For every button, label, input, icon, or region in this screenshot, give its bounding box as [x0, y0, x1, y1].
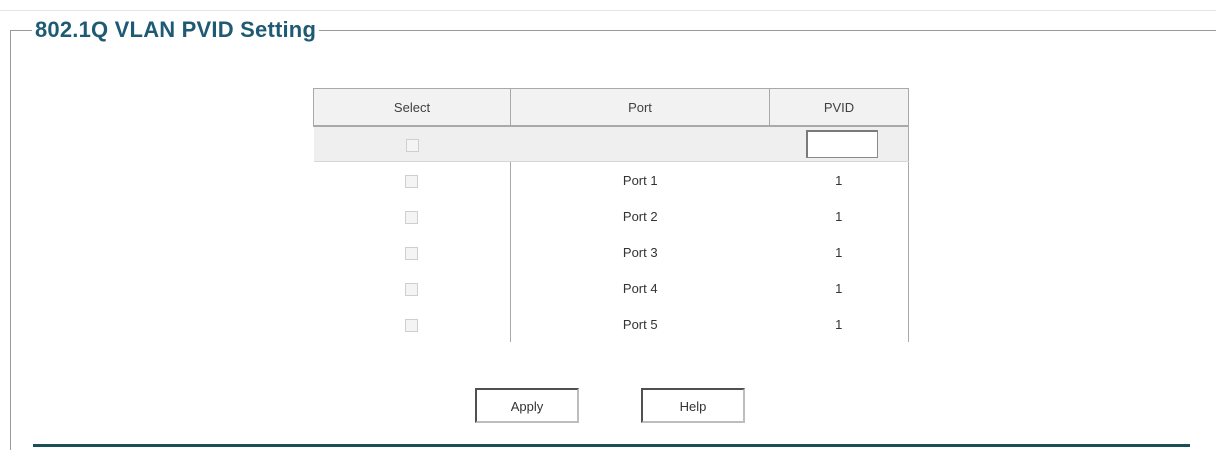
port-cell: Port 3 — [510, 234, 770, 270]
edit-row — [313, 126, 909, 162]
select-cell — [314, 198, 511, 234]
port-2-checkbox[interactable] — [405, 210, 419, 224]
table-row: Port 1 1 — [314, 161, 909, 199]
pvid-input[interactable] — [805, 130, 878, 158]
page-top-edge — [0, 10, 1216, 11]
pvid-cell: 1 — [769, 306, 909, 342]
apply-button[interactable]: Apply — [475, 388, 579, 423]
port-5-checkbox[interactable] — [405, 318, 419, 332]
port-cell: Port 5 — [510, 306, 770, 342]
column-header-select: Select — [313, 88, 511, 127]
port-cell: Port 4 — [510, 270, 770, 306]
select-cell — [314, 162, 511, 199]
table-row: Port 2 1 — [314, 198, 909, 234]
pvid-cell: 1 — [769, 198, 909, 234]
port-cell: Port 1 — [510, 161, 770, 198]
bottom-divider — [33, 444, 1190, 447]
column-header-pvid: PVID — [769, 88, 909, 127]
select-cell — [314, 306, 511, 342]
select-all-checkbox[interactable] — [405, 138, 419, 152]
pvid-cell: 1 — [769, 270, 909, 306]
port-cell: Port 2 — [510, 198, 770, 234]
table-row: Port 3 1 — [314, 234, 909, 270]
table-row: Port 5 1 — [314, 306, 909, 342]
table-header-row: Select Port PVID — [313, 88, 909, 127]
edit-row-select-cell — [313, 126, 511, 162]
edit-row-pvid-cell — [769, 126, 909, 162]
table-row: Port 4 1 — [314, 270, 909, 306]
section-title: 802.1Q VLAN PVID Setting — [32, 12, 320, 48]
port-3-checkbox[interactable] — [405, 246, 419, 260]
select-cell — [314, 270, 511, 306]
port-4-checkbox[interactable] — [405, 282, 419, 296]
pvid-cell: 1 — [769, 234, 909, 270]
pvid-table: Select Port PVID Port 1 1 Port 2 1 Port … — [313, 88, 909, 342]
edit-row-port-cell — [510, 126, 770, 162]
pvid-cell: 1 — [769, 161, 909, 198]
select-cell — [314, 234, 511, 270]
help-button[interactable]: Help — [641, 388, 745, 423]
port-1-checkbox[interactable] — [405, 174, 419, 188]
column-header-port: Port — [510, 88, 770, 127]
